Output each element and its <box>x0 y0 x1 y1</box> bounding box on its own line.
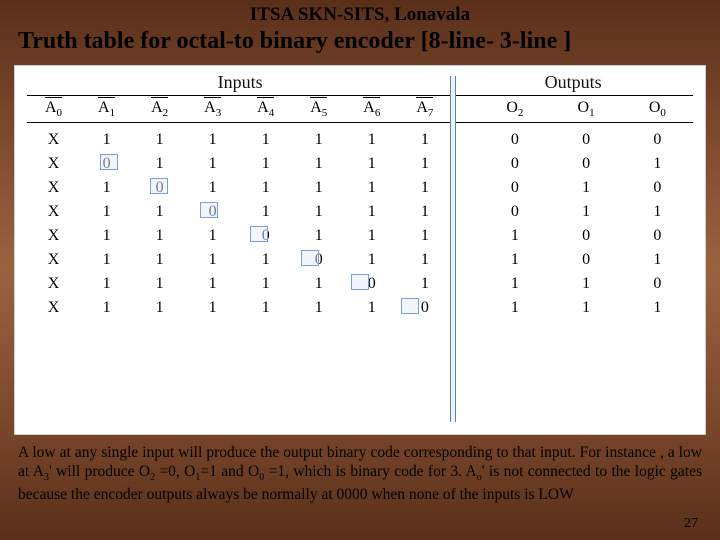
col-a2: A2 <box>133 96 186 123</box>
page-number: 27 <box>684 516 698 532</box>
outputs-heading: Outputs <box>453 72 693 93</box>
table-row: X1111111000 <box>27 123 693 153</box>
col-a1: A1 <box>80 96 133 123</box>
col-a4: A4 <box>239 96 292 123</box>
header-row: A0 A1 A2 A3 A4 A5 A6 A7 O2 O1 O0 <box>27 96 693 123</box>
table-row: X1111101110 <box>27 272 693 296</box>
truth-table: A0 A1 A2 A3 A4 A5 A6 A7 O2 O1 O0 X111111… <box>27 95 693 320</box>
col-o0: O0 <box>622 96 693 123</box>
table-body: X1111111000 X0111111001 X1011111010 X110… <box>27 123 693 321</box>
table-row: X0111111001 <box>27 152 693 176</box>
truth-table-panel: Inputs Outputs A0 A1 A2 A3 A4 A5 A6 A <box>14 65 706 435</box>
table-row: X1111110111 <box>27 296 693 320</box>
org-header: ITSA SKN-SITS, Lonavala <box>0 0 720 26</box>
col-a0: A0 <box>27 96 80 123</box>
inputs-heading: Inputs <box>27 72 453 93</box>
table-row: X1011111010 <box>27 176 693 200</box>
col-a5: A5 <box>292 96 345 123</box>
caption-text: A low at any single input will produce t… <box>0 435 720 504</box>
col-a6: A6 <box>345 96 398 123</box>
col-a3: A3 <box>186 96 239 123</box>
io-separator <box>450 76 456 422</box>
table-row: X1101111011 <box>27 200 693 224</box>
col-o1: O1 <box>550 96 621 123</box>
col-a7: A7 <box>398 96 451 123</box>
table-row: X1111011101 <box>27 248 693 272</box>
slide-title: Truth table for octal-to binary encoder … <box>0 26 720 61</box>
table-row: X1110111100 <box>27 224 693 248</box>
col-o2: O2 <box>479 96 550 123</box>
